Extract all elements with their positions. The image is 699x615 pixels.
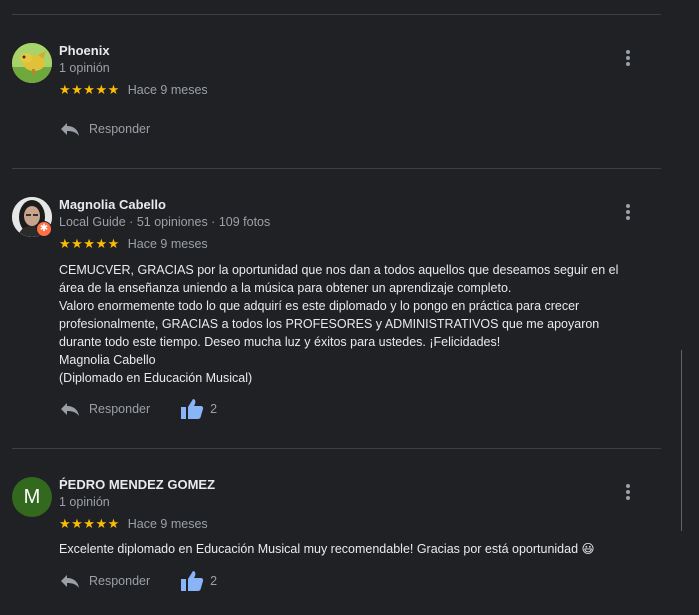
reply-button[interactable]: Responder: [59, 121, 150, 137]
reviewer-meta[interactable]: Local Guide · 51 opiniones · 109 fotos: [59, 215, 270, 229]
reply-label: Responder: [89, 402, 151, 416]
reviewer-meta-text: Local Guide · 51 opiniones · 109 fotos: [59, 215, 271, 229]
reviewer-meta[interactable]: 1 opinión: [59, 61, 110, 75]
like-count: 2: [210, 574, 218, 588]
thumbs-up-icon: [181, 399, 204, 419]
rating-row: ★★★★★ Hace 9 meses: [59, 516, 208, 532]
more-options-button[interactable]: [620, 48, 636, 68]
thumbs-up-icon: [181, 571, 204, 591]
review-actions: Responder 2: [59, 397, 217, 421]
more-options-button[interactable]: [620, 482, 636, 502]
reply-arrow-icon: [61, 575, 79, 588]
reviewer-name[interactable]: Phoenix: [59, 43, 110, 58]
review-actions: Responder 2: [59, 569, 217, 593]
reply-button[interactable]: Responder: [59, 401, 150, 417]
review-text: CEMUCVER, GRACIAS por la oportunidad que…: [59, 261, 649, 387]
reviewer-name[interactable]: Magnolia Cabello: [59, 197, 166, 212]
star-rating: ★★★★★: [59, 236, 120, 252]
like-button[interactable]: 2: [180, 398, 217, 420]
review-text: Excelente diplomado en Educación Musical…: [59, 540, 649, 558]
review-text-line: Valoro enormemente todo lo que adquirí e…: [59, 299, 580, 313]
avatar[interactable]: [12, 43, 52, 83]
review-text-line: Excelente diplomado en Educación Musical…: [59, 542, 595, 556]
divider: [12, 168, 661, 169]
reply-arrow-icon: [61, 123, 79, 136]
review-text-line: durante todo este tiempo. Deseo mucha lu…: [59, 335, 501, 349]
review-date: Hace 9 meses: [127, 83, 208, 97]
review-actions: Responder: [59, 117, 150, 141]
rating-row: ★★★★★ Hace 9 meses: [59, 82, 208, 98]
review-text-line: (Diplomado en Educación Musical): [59, 371, 253, 385]
rating-row: ★★★★★ Hace 9 meses: [59, 236, 208, 252]
scrollbar[interactable]: [681, 350, 688, 531]
avatar-letter: M: [23, 485, 41, 508]
like-count: 2: [210, 402, 218, 416]
like-button[interactable]: 2: [180, 570, 217, 592]
local-guide-badge: ✱: [36, 221, 52, 237]
avatar[interactable]: M: [12, 477, 52, 517]
review-text-line: profesionalmente, GRACIAS a todos los PR…: [59, 317, 600, 331]
review-date: Hace 9 meses: [127, 517, 208, 531]
review-date: Hace 9 meses: [127, 237, 208, 251]
phoenix-avatar-image: [12, 43, 52, 83]
reply-label: Responder: [89, 574, 151, 588]
review-text-line: Magnolia Cabello: [59, 353, 156, 367]
divider: [12, 448, 661, 449]
more-options-button[interactable]: [620, 202, 636, 222]
reply-button[interactable]: Responder: [59, 573, 150, 589]
reply-label: Responder: [89, 122, 151, 136]
review-text-line: área de la enseñanza uniendo a la música…: [59, 281, 512, 295]
star-rating: ★★★★★: [59, 516, 120, 532]
reviewer-name[interactable]: ṔEDRO MENDEZ GOMEZ: [59, 477, 215, 492]
star-rating: ★★★★★: [59, 82, 120, 98]
divider-top: [12, 14, 661, 15]
reply-arrow-icon: [61, 403, 79, 416]
review-text-line: CEMUCVER, GRACIAS por la oportunidad que…: [59, 263, 619, 277]
reviewer-meta[interactable]: 1 opinión: [59, 495, 110, 509]
